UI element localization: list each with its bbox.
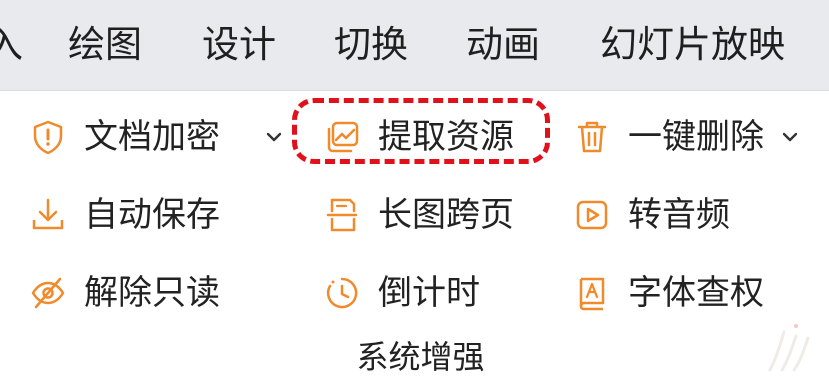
system-enhance-label: 系统增强: [356, 338, 485, 376]
font-book-icon: [579, 277, 605, 311]
play-box-icon: [576, 200, 608, 230]
to-audio-button[interactable]: 转音频: [574, 188, 774, 242]
one-click-delete-button[interactable]: 一键删除: [574, 110, 814, 164]
highlight-annotation: [292, 98, 550, 164]
eye-off-icon: [31, 277, 65, 309]
tab-transition[interactable]: 切换: [334, 18, 408, 72]
countdown-button[interactable]: 倒计时: [324, 266, 524, 320]
font-check-button[interactable]: 字体查权: [574, 266, 794, 320]
chevron-down-icon[interactable]: [264, 127, 284, 147]
long-image-label: 长图跨页: [378, 195, 514, 235]
font-check-label: 字体查权: [628, 273, 764, 313]
tab-draw[interactable]: 绘图: [68, 18, 142, 72]
encrypt-document-label: 文档加密: [84, 117, 220, 157]
tab-insert-partial[interactable]: 入: [0, 18, 23, 72]
long-image-icon: [326, 198, 358, 232]
watermark-logo: [768, 324, 810, 372]
to-audio-label: 转音频: [628, 195, 730, 235]
tab-animation[interactable]: 动画: [466, 18, 540, 72]
timer-icon: [326, 277, 358, 309]
trash-icon: [577, 121, 607, 153]
encrypt-document-button[interactable]: 文档加密: [30, 110, 290, 164]
countdown-label: 倒计时: [378, 273, 480, 313]
download-icon: [32, 198, 64, 230]
shield-exclamation-icon: [33, 120, 63, 155]
chevron-down-icon[interactable]: [780, 127, 800, 147]
menu-bar: 入 绘图 设计 切换 动画 幻灯片放映: [0, 0, 829, 91]
tab-slideshow[interactable]: 幻灯片放映: [600, 18, 785, 72]
auto-save-button[interactable]: 自动保存: [30, 188, 250, 242]
one-click-delete-label: 一键删除: [628, 117, 764, 157]
remove-readonly-label: 解除只读: [84, 273, 220, 313]
remove-readonly-button[interactable]: 解除只读: [30, 266, 250, 320]
group-title: 系统增强: [0, 333, 829, 381]
auto-save-label: 自动保存: [84, 195, 220, 235]
long-image-button[interactable]: 长图跨页: [324, 188, 544, 242]
tab-design[interactable]: 设计: [202, 18, 276, 72]
